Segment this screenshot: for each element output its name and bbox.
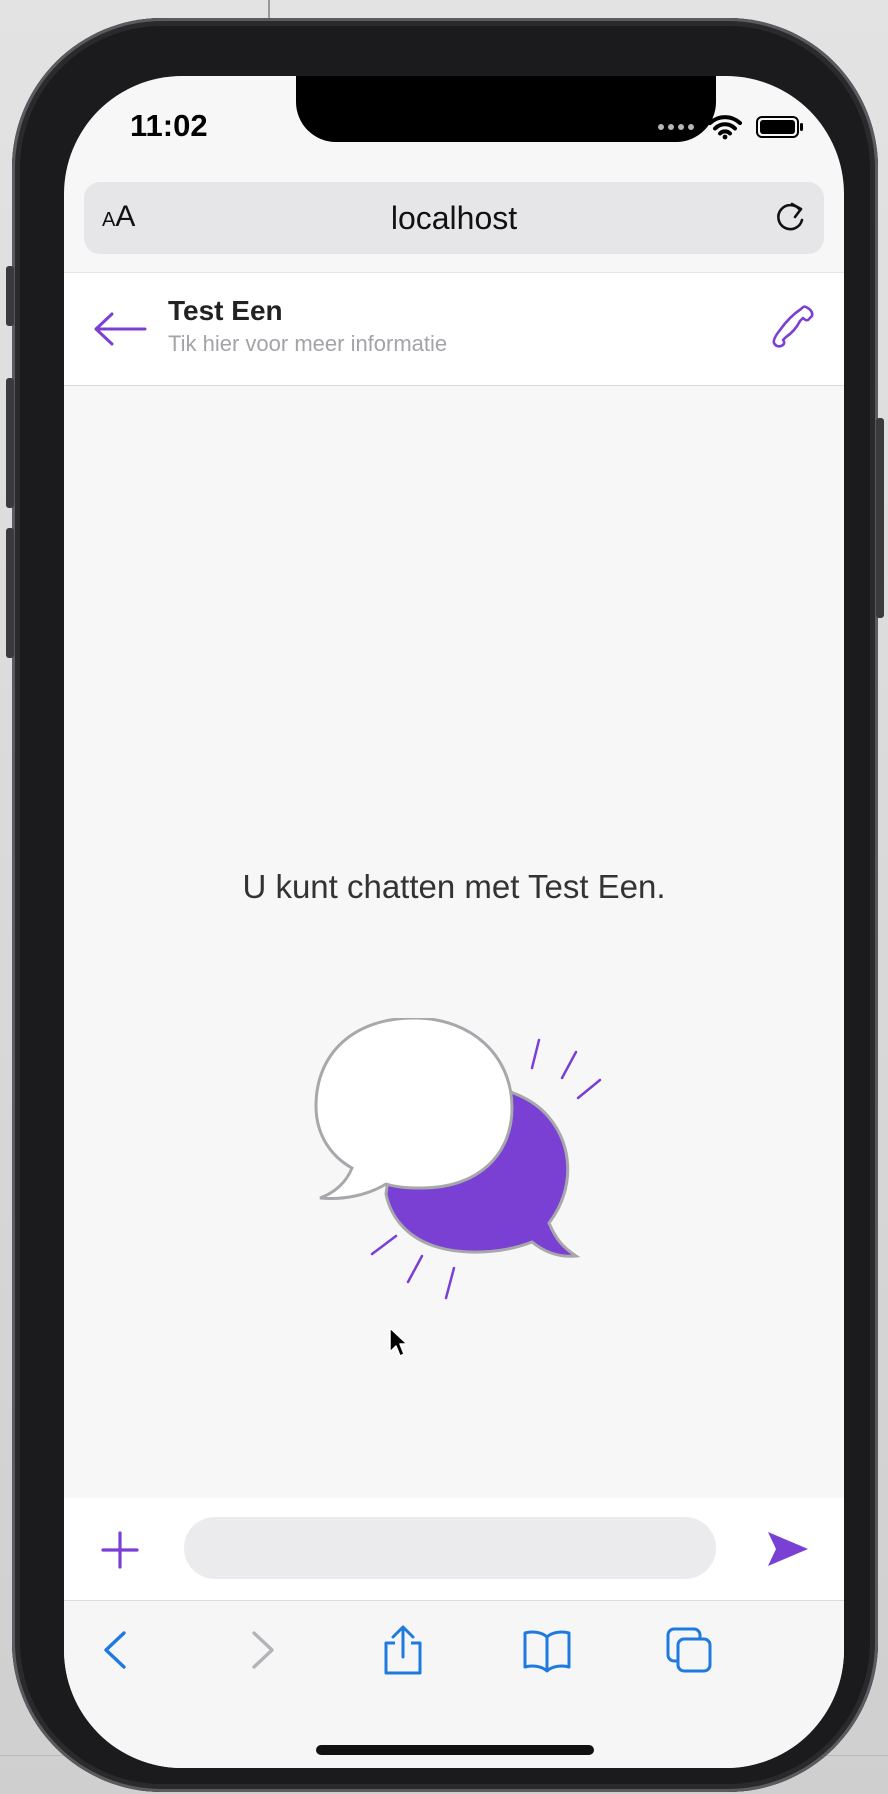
mute-switch	[6, 266, 14, 326]
plus-icon[interactable]	[100, 1530, 140, 1570]
notch	[296, 76, 716, 142]
volume-up-button	[6, 378, 14, 508]
chevron-right-icon	[252, 1631, 274, 1669]
mouse-cursor-icon	[389, 1327, 408, 1357]
phone-icon[interactable]	[770, 303, 816, 349]
message-composer	[64, 1498, 844, 1600]
contact-subtitle: Tik hier voor meer informatie	[168, 331, 448, 356]
wifi-icon	[708, 115, 742, 140]
empty-chat-message: U kunt chatten met Test Een.	[242, 868, 666, 905]
safari-toolbar	[64, 1600, 844, 1768]
address-bar[interactable]: AA localhost	[84, 182, 824, 254]
send-icon[interactable]	[766, 1530, 810, 1568]
battery-icon	[756, 116, 803, 138]
chat-body: U kunt chatten met Test Een.	[64, 386, 844, 1544]
power-button	[876, 418, 884, 618]
phone-frame: 11:02 AA localhost Test Een Tik hier voo…	[6, 18, 884, 1792]
url-text: localhost	[390, 200, 518, 236]
signal-dots-icon	[658, 124, 694, 130]
status-time: 11:02	[130, 108, 208, 143]
home-indicator	[316, 1745, 594, 1755]
tabs-icon[interactable]	[664, 1625, 714, 1675]
book-icon[interactable]	[522, 1625, 572, 1675]
reload-icon[interactable]	[770, 198, 810, 238]
left-arrow-icon[interactable]	[92, 311, 148, 347]
backdrop-divider	[268, 0, 270, 20]
share-icon[interactable]	[378, 1625, 428, 1675]
contact-name: Test Een	[168, 295, 283, 326]
phone-screen: 11:02 AA localhost Test Een Tik hier voo…	[64, 76, 844, 1768]
volume-down-button	[6, 528, 14, 658]
chevron-left-icon[interactable]	[92, 1625, 142, 1675]
message-input[interactable]	[184, 1517, 716, 1579]
chat-header[interactable]: Test Een Tik hier voor meer informatie	[64, 272, 844, 386]
chat-bubbles-illustration	[314, 1018, 602, 1300]
status-icons	[658, 114, 804, 140]
